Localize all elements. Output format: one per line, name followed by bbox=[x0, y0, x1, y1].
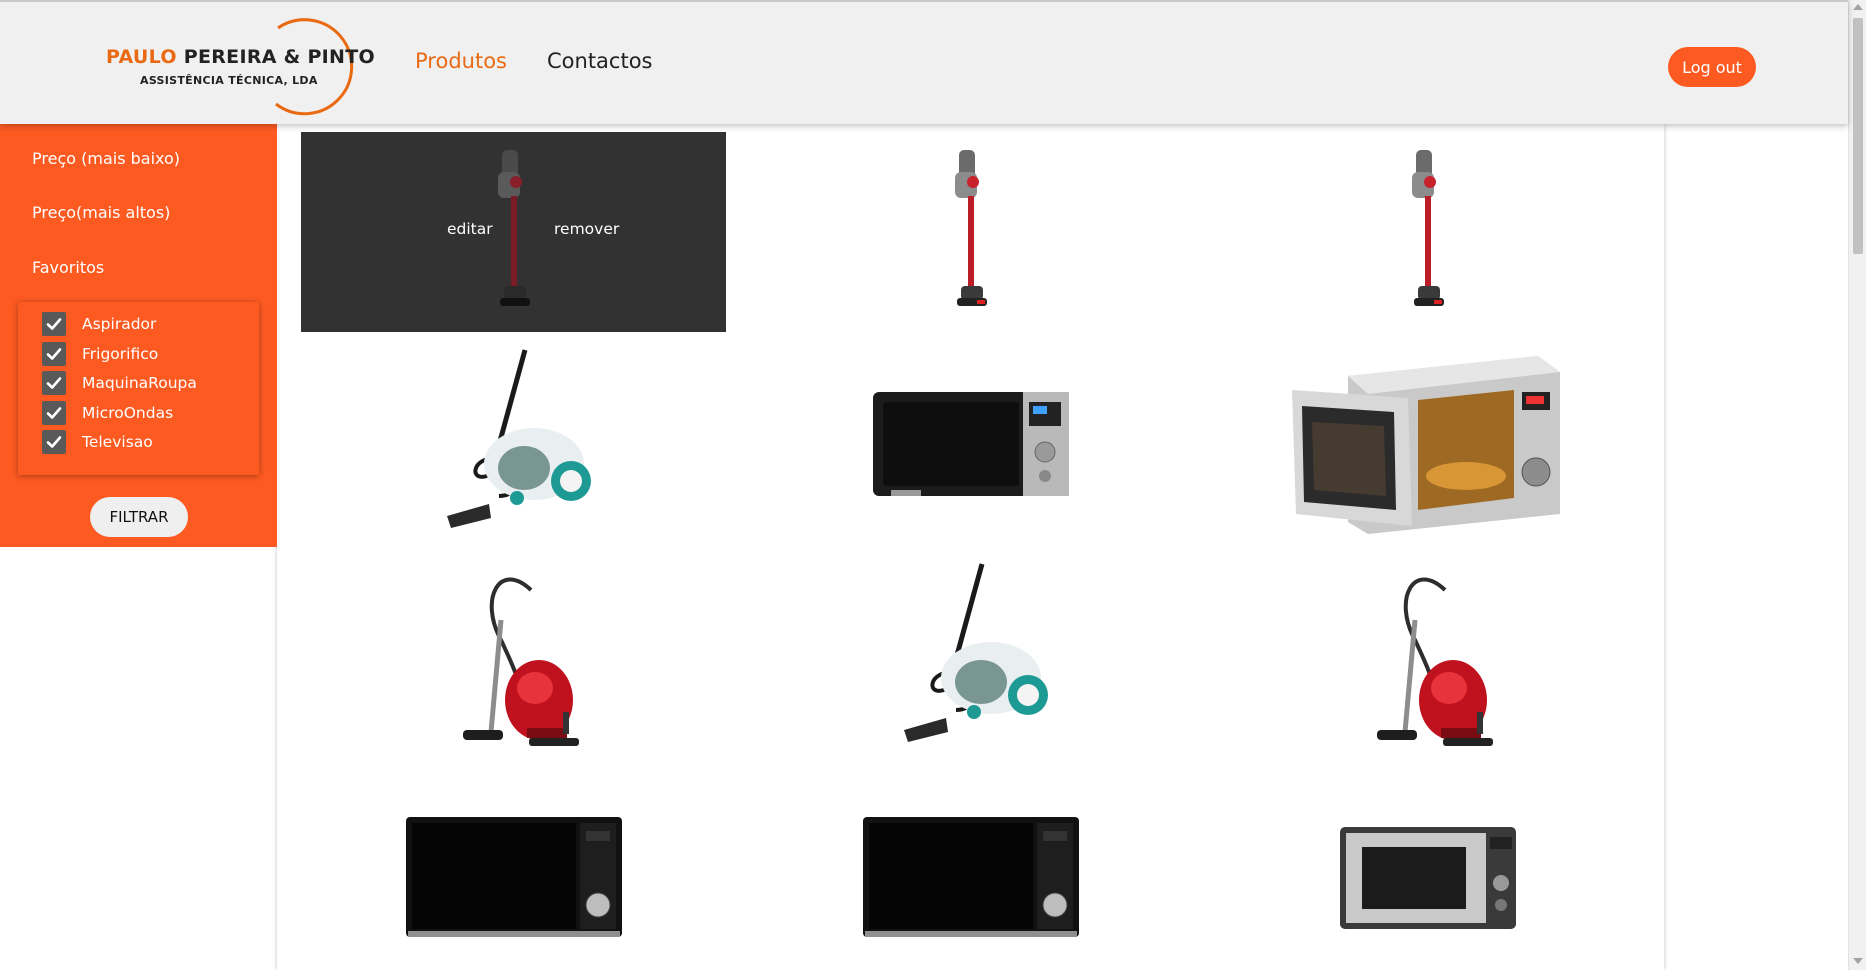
scroll-up-icon[interactable] bbox=[1853, 4, 1863, 10]
microwave-black-icon bbox=[862, 817, 1079, 937]
product-card[interactable] bbox=[1215, 778, 1640, 970]
category-label: Frigorifico bbox=[82, 345, 159, 363]
scroll-down-icon[interactable] bbox=[1853, 958, 1863, 964]
microwave-open-icon bbox=[1291, 356, 1560, 534]
logout-button[interactable]: Log out bbox=[1668, 47, 1756, 87]
category-option[interactable]: Aspirador bbox=[42, 312, 156, 336]
brand-name-part2: PEREIRA & PINTO bbox=[183, 46, 375, 68]
sidebar: Preço (mais baixo) Preço(mais altos) Fav… bbox=[0, 124, 277, 547]
category-option[interactable]: MicroOndas bbox=[42, 401, 173, 425]
category-label: MicroOndas bbox=[82, 404, 174, 422]
app: PAULO PEREIRA & PINTO ASSISTÊNCIA TÉCNIC… bbox=[0, 0, 1866, 970]
microwave-silver-icon bbox=[1339, 827, 1516, 929]
category-label: Aspirador bbox=[82, 315, 157, 333]
product-card[interactable]: editar remover bbox=[301, 132, 726, 332]
category-filter: Aspirador Frigorifico MaquinaRoupa Micro… bbox=[18, 302, 259, 475]
category-label: Televisao bbox=[82, 433, 153, 451]
product-card[interactable] bbox=[1215, 560, 1640, 760]
brand-name-part1: PAULO bbox=[106, 46, 177, 68]
product-card[interactable] bbox=[758, 132, 1183, 332]
category-label: MaquinaRoupa bbox=[82, 374, 197, 392]
brand-subtitle: ASSISTÊNCIA TÉCNICA, LDA bbox=[140, 74, 318, 87]
brand-logo[interactable]: PAULO PEREIRA & PINTO ASSISTÊNCIA TÉCNIC… bbox=[100, 16, 375, 116]
checkbox[interactable] bbox=[42, 312, 66, 336]
filter-button[interactable]: FILTRAR bbox=[90, 497, 188, 537]
check-icon bbox=[46, 436, 62, 448]
favorites-link[interactable]: Favoritos bbox=[32, 258, 104, 277]
page-scrollbar[interactable] bbox=[1848, 0, 1866, 970]
stick-vacuum-icon bbox=[1411, 150, 1444, 306]
stick-vacuum-icon bbox=[954, 150, 987, 306]
product-card[interactable] bbox=[301, 560, 726, 760]
checkbox[interactable] bbox=[42, 401, 66, 425]
product-card[interactable] bbox=[1215, 346, 1640, 546]
product-card[interactable] bbox=[1215, 132, 1640, 332]
canister-vacuum-icon bbox=[462, 577, 579, 746]
check-icon bbox=[46, 348, 62, 360]
product-grid: editar remover bbox=[277, 124, 1664, 970]
product-card[interactable] bbox=[758, 346, 1183, 546]
check-icon bbox=[46, 407, 62, 419]
edit-button[interactable]: editar bbox=[447, 220, 493, 238]
category-option[interactable]: Frigorifico bbox=[42, 342, 158, 366]
checkbox[interactable] bbox=[42, 430, 66, 454]
nav-contactos[interactable]: Contactos bbox=[547, 49, 653, 73]
category-option[interactable]: Televisao bbox=[42, 430, 153, 454]
sort-price-high[interactable]: Preço(mais altos) bbox=[32, 203, 170, 222]
category-option[interactable]: MaquinaRoupa bbox=[42, 371, 197, 395]
microwave-black-icon bbox=[405, 817, 622, 937]
product-card[interactable] bbox=[301, 346, 726, 546]
checkbox[interactable] bbox=[42, 371, 66, 395]
header: PAULO PEREIRA & PINTO ASSISTÊNCIA TÉCNIC… bbox=[0, 0, 1848, 124]
scroll-thumb[interactable] bbox=[1853, 18, 1863, 254]
brand-name: PAULO PEREIRA & PINTO bbox=[106, 46, 375, 68]
cyclone-vacuum-icon bbox=[446, 349, 591, 528]
check-icon bbox=[46, 318, 62, 330]
product-card[interactable] bbox=[758, 560, 1183, 760]
canister-vacuum-icon bbox=[1376, 577, 1493, 746]
check-icon bbox=[46, 377, 62, 389]
nav-produtos[interactable]: Produtos bbox=[415, 49, 507, 73]
sort-price-low[interactable]: Preço (mais baixo) bbox=[32, 149, 180, 168]
checkbox[interactable] bbox=[42, 342, 66, 366]
product-card[interactable] bbox=[758, 778, 1183, 970]
cyclone-vacuum-icon bbox=[903, 563, 1048, 742]
microwave-icon bbox=[872, 392, 1069, 496]
product-card[interactable] bbox=[301, 778, 726, 970]
remove-button[interactable]: remover bbox=[554, 220, 619, 238]
